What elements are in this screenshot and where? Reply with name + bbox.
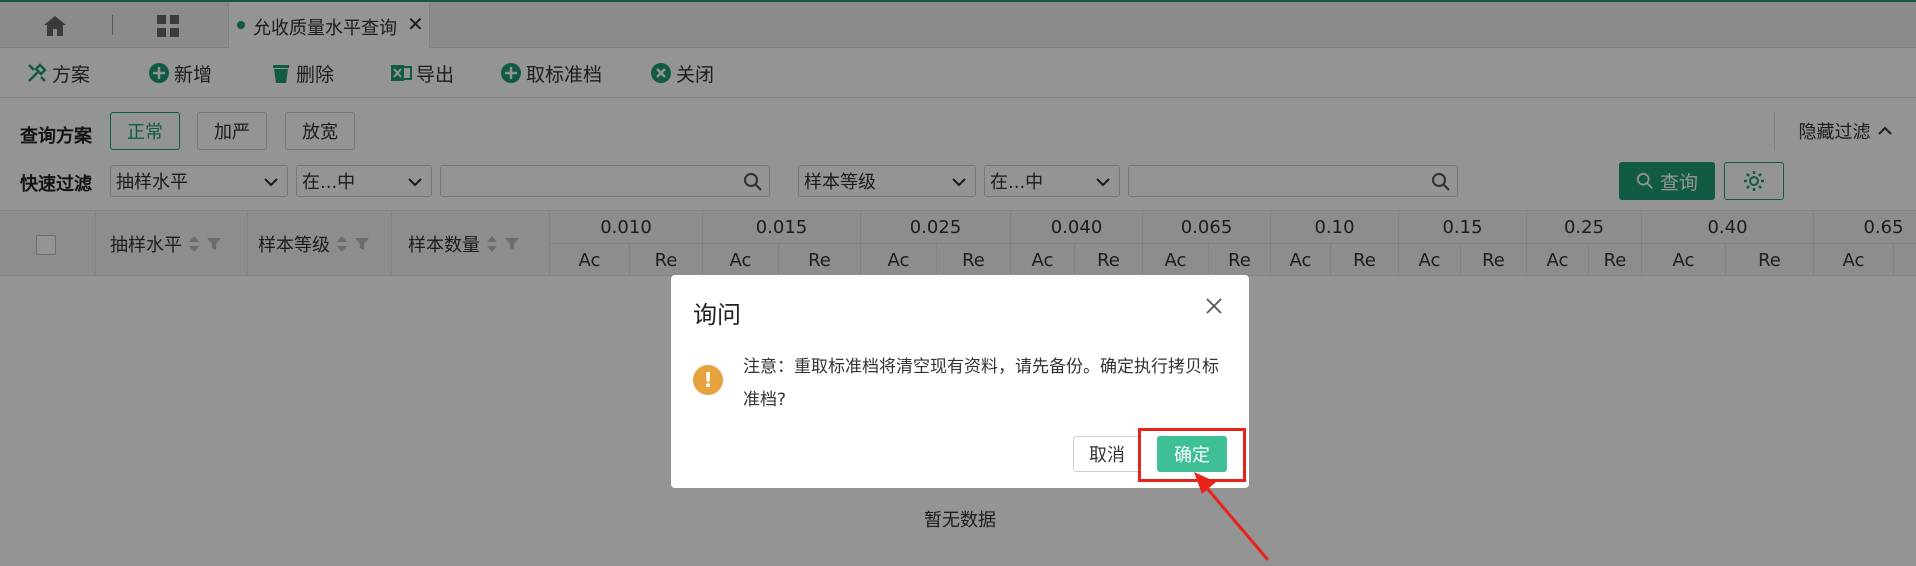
dialog-message: 注意：重取标准档将清空现有资料，请先备份。确定执行拷贝标准档? (743, 357, 1219, 410)
cancel-button[interactable]: 取消 (1073, 436, 1141, 472)
dialog-title: 询问 (693, 301, 741, 329)
annotation-arrow-icon (1194, 472, 1270, 561)
warning-icon: ! (693, 365, 723, 395)
close-icon[interactable] (1203, 295, 1225, 317)
